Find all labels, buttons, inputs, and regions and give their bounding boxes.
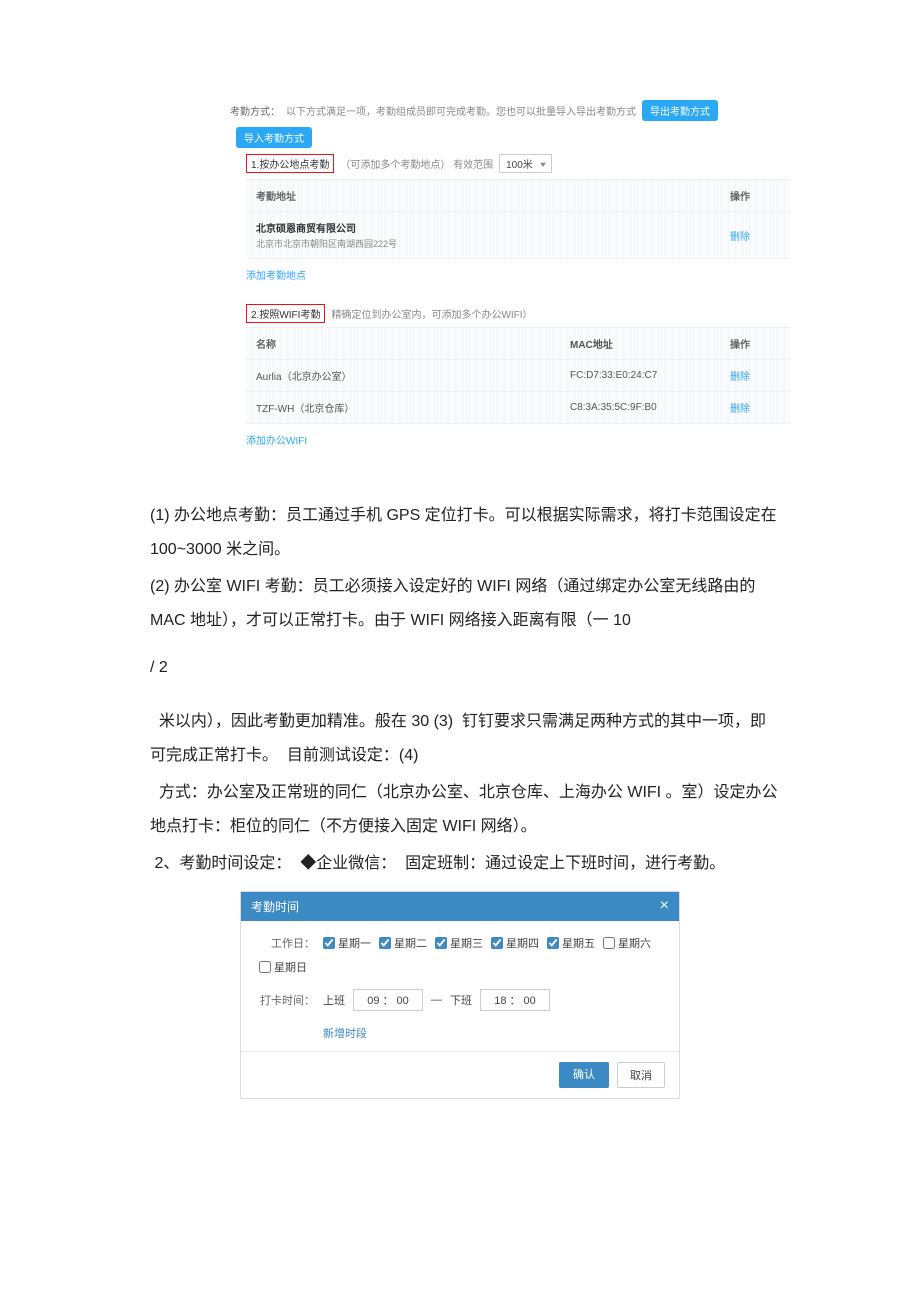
section-location-note: （可添加多个考勤地点） 有效范围 — [340, 156, 493, 171]
add-wifi-link[interactable]: 添加办公WIFI — [246, 432, 307, 447]
col-name: 名称 — [256, 336, 570, 351]
para-2: (2) 办公室 WIFI 考勤：员工必须接入设定好的 WIFI 网络（通过绑定办… — [150, 570, 780, 637]
cancel-button[interactable]: 取消 — [617, 1062, 665, 1088]
range-select[interactable]: 100米 — [499, 154, 552, 173]
checkbox-thu[interactable]: 星期四 — [491, 935, 539, 951]
company-name: 北京硕恩商贸有限公司 — [256, 220, 730, 235]
wifi-table: 名称 MAC地址 操作 Aurlia（北京办公室） FC:D7:33:E0:24… — [246, 327, 790, 424]
checkbox-mon[interactable]: 星期一 — [323, 935, 371, 951]
para-4: 方式：办公室及正常班的同仁（北京办公室、北京仓库、上海办公 WIFI 。室）设定… — [150, 776, 780, 843]
document-body: (1) 办公地点考勤：员工通过手机 GPS 定位打卡。可以根据实际需求，将打卡范… — [150, 499, 780, 881]
wifi-name: Aurlia（北京办公室） — [256, 368, 570, 383]
checkbox-fri[interactable]: 星期五 — [547, 935, 595, 951]
on-duty-time-input[interactable]: 09 ： 00 — [353, 989, 423, 1011]
col-op: 操作 — [730, 188, 780, 203]
section-wifi-title: 2.按照WIFI考勤 — [246, 304, 325, 323]
checkbox-tue[interactable]: 星期二 — [379, 935, 427, 951]
add-timeslot-link[interactable]: 新增时段 — [323, 1025, 367, 1041]
col-mac: MAC地址 — [570, 336, 730, 351]
off-duty-label: 下班 — [450, 992, 472, 1008]
location-table: 考勤地址 操作 北京硕恩商贸有限公司 北京市北京市朝阳区南湖西园222号 删除 — [246, 179, 790, 259]
close-icon[interactable]: × — [660, 898, 669, 914]
para-3: 米以内），因此考勤更加精准。般在 30 (3) 钉钉要求只需满足两种方式的其中一… — [150, 705, 780, 772]
table-row: TZF-WH（北京仓库） C8:3A:35:5C:9F:B0 删除 — [246, 392, 790, 424]
wifi-mac: C8:3A:35:5C:9F:B0 — [570, 402, 730, 413]
off-duty-time-input[interactable]: 18 ： 00 — [480, 989, 550, 1011]
para-1: (1) 办公地点考勤：员工通过手机 GPS 定位打卡。可以根据实际需求，将打卡范… — [150, 499, 780, 566]
method-desc: 以下方式满足一项，考勤组成员即可完成考勤。您也可以批量导入导出考勤方式 — [286, 103, 636, 118]
delete-location-link[interactable]: 删除 — [730, 228, 780, 243]
para-5: 2、考勤时间设定： ◆企业微信： 固定班制：通过设定上下班时间，进行考勤。 — [150, 847, 780, 881]
table-row: Aurlia（北京办公室） FC:D7:33:E0:24:C7 删除 — [246, 360, 790, 392]
checkbox-sat[interactable]: 星期六 — [603, 935, 651, 951]
modal-header: 考勤时间 × — [241, 892, 679, 921]
col-op2: 操作 — [730, 336, 780, 351]
table-row: 北京硕恩商贸有限公司 北京市北京市朝阳区南湖西园222号 删除 — [246, 212, 790, 259]
checkbox-sun[interactable]: 星期日 — [259, 959, 307, 975]
export-method-button[interactable]: 导出考勤方式 — [642, 100, 718, 121]
on-duty-label: 上班 — [323, 992, 345, 1008]
attendance-time-modal-wrap: 考勤时间 × 工作日： 星期一 星期二 星期三 星期四 星期五 星期六 星期日 … — [240, 891, 680, 1099]
wifi-name: TZF-WH（北京仓库） — [256, 400, 570, 415]
punch-time-label: 打卡时间： — [259, 992, 315, 1008]
attendance-time-modal: 考勤时间 × 工作日： 星期一 星期二 星期三 星期四 星期五 星期六 星期日 … — [240, 891, 680, 1099]
delete-wifi-link[interactable]: 删除 — [730, 400, 780, 415]
method-label: 考勤方式： — [230, 103, 280, 118]
time-dash: — — [431, 994, 442, 1006]
col-address: 考勤地址 — [256, 188, 730, 203]
attendance-method-panel: 考勤方式： 以下方式满足一项，考勤组成员即可完成考勤。您也可以批量导入导出考勤方… — [230, 100, 790, 459]
wifi-mac: FC:D7:33:E0:24:C7 — [570, 370, 730, 381]
add-location-link[interactable]: 添加考勤地点 — [246, 267, 306, 282]
section-location-title: 1.按办公地点考勤 — [246, 154, 334, 173]
import-method-button[interactable]: 导入考勤方式 — [236, 127, 312, 148]
modal-title: 考勤时间 — [251, 898, 299, 915]
section-wifi-note: 精确定位到办公室内，可添加多个办公WIFI） — [331, 306, 532, 321]
workday-label: 工作日： — [259, 935, 315, 951]
delete-wifi-link[interactable]: 删除 — [730, 368, 780, 383]
checkbox-wed[interactable]: 星期三 — [435, 935, 483, 951]
confirm-button[interactable]: 确认 — [559, 1062, 609, 1088]
page-fraction: / 2 — [150, 651, 780, 685]
company-address: 北京市北京市朝阳区南湖西园222号 — [256, 237, 730, 250]
